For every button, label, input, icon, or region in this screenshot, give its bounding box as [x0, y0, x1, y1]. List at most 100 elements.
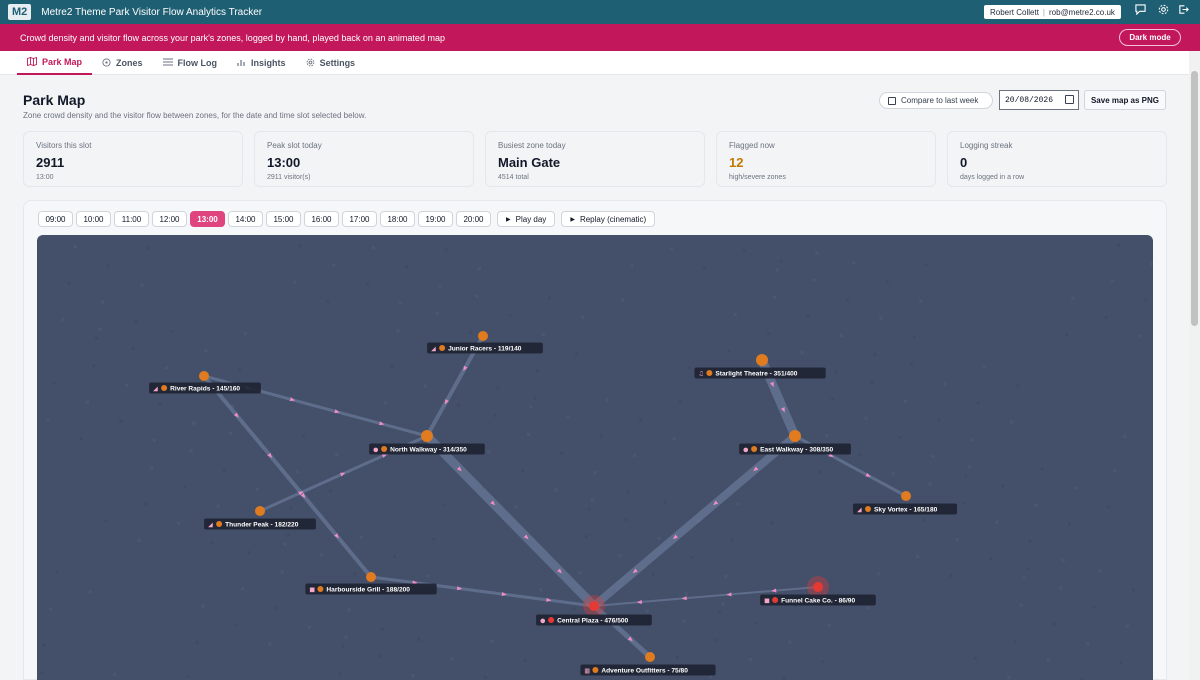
date-picker[interactable]: 20/08/2026 [999, 90, 1079, 110]
map-texture-dot [478, 267, 481, 271]
map-texture-dot [684, 592, 688, 596]
slot-button-selected[interactable]: 13:00 [190, 211, 225, 227]
slot-button[interactable]: 11:00 [114, 211, 149, 227]
dark-mode-button[interactable]: Dark mode [1119, 29, 1181, 46]
flow-arrow [771, 588, 777, 593]
map-texture-dot [301, 433, 305, 437]
zone-label[interactable]: Starlight Theatre - 351/400 [715, 371, 797, 378]
map-texture-dot [533, 396, 537, 400]
rides-icon: ◢ [431, 346, 436, 353]
settings-icon[interactable] [1155, 4, 1171, 20]
map-texture-dot [949, 574, 953, 578]
replay-cinematic-button[interactable]: ▶ Replay (cinematic) [561, 211, 656, 227]
map-texture-dot [371, 246, 375, 250]
zone-marker[interactable] [813, 582, 823, 592]
scrollbar-thumb[interactable] [1191, 71, 1198, 326]
slot-button[interactable]: 12:00 [152, 211, 187, 227]
zone-marker[interactable] [199, 371, 209, 381]
slot-button[interactable]: 17:00 [342, 211, 377, 227]
slot-button[interactable]: 18:00 [380, 211, 415, 227]
map-texture-dot [508, 313, 512, 317]
list-icon [162, 58, 173, 68]
zone-label[interactable]: North Walkway - 314/350 [390, 447, 467, 454]
save-map-button[interactable]: Save map as PNG [1084, 90, 1166, 110]
map-texture-dot [779, 259, 783, 263]
map-texture-dot [578, 571, 582, 575]
map-texture-dot [970, 437, 974, 441]
tab-zones[interactable]: Zones [92, 51, 153, 75]
checkbox-icon[interactable] [888, 96, 896, 105]
map-texture-dot [974, 657, 978, 660]
zone-label[interactable]: Adventure Outfitters - 75/80 [601, 668, 688, 675]
map-texture-dot [119, 419, 123, 423]
slot-button[interactable]: 15:00 [266, 211, 301, 227]
map-texture-dot [864, 416, 868, 420]
map-texture-dot [520, 469, 524, 473]
zone-label[interactable]: Funnel Cake Co. - 86/90 [781, 598, 855, 605]
map-texture-dot [904, 399, 907, 403]
zone-marker[interactable] [421, 430, 433, 442]
map-texture-dot [222, 468, 226, 472]
map-texture-dot [46, 417, 50, 421]
slot-button[interactable]: 19:00 [418, 211, 453, 227]
compare-last-week-toggle[interactable]: Compare to last week [879, 92, 993, 109]
zone-marker[interactable] [589, 601, 599, 611]
map-texture-dot [593, 471, 597, 475]
zone-marker[interactable] [756, 354, 768, 366]
map-texture-dot [1028, 539, 1032, 543]
park-map-canvas[interactable]: ◢ Junior Racers - 119/140 ◢ River Rapids - … [37, 235, 1153, 680]
map-texture-dot [541, 333, 545, 336]
play-icon: ▶ [570, 216, 575, 223]
zone-label[interactable]: River Rapids - 145/160 [170, 386, 240, 393]
map-texture-dot [320, 553, 324, 556]
zone-marker[interactable] [901, 491, 911, 501]
zone-marker[interactable] [789, 430, 801, 442]
map-texture-dot [916, 555, 920, 559]
zone-marker[interactable] [255, 506, 265, 516]
map-texture-dot [338, 672, 342, 676]
zone-label[interactable]: Harbourside Grill - 188/200 [326, 587, 410, 594]
map-texture-dot [417, 637, 421, 641]
play-day-button[interactable]: ▶ Play day [497, 211, 556, 227]
map-texture-dot [405, 265, 409, 269]
map-texture-dot [332, 263, 336, 267]
zone-marker[interactable] [645, 652, 655, 662]
logout-icon[interactable] [1175, 4, 1191, 20]
map-texture-dot [715, 638, 719, 642]
zone-label[interactable]: Sky Vortex - 165/180 [874, 507, 938, 514]
tab-insights[interactable]: Insights [227, 51, 296, 75]
map-texture-dot [79, 437, 83, 440]
zone-label[interactable]: East Walkway - 308/350 [760, 447, 833, 454]
map-texture-dot [98, 328, 102, 332]
map-texture-dot [392, 555, 396, 558]
zone-status-dot [161, 385, 168, 391]
calendar-icon[interactable] [1065, 95, 1074, 104]
zone-marker[interactable] [478, 331, 488, 341]
feedback-icon[interactable] [1132, 4, 1148, 20]
slot-button[interactable]: 20:00 [456, 211, 491, 227]
map-texture-dot [989, 557, 992, 560]
slot-button[interactable]: 09:00 [38, 211, 73, 227]
zone-marker[interactable] [366, 572, 376, 582]
map-texture-dot [876, 572, 880, 576]
zone-label[interactable]: Junior Racers - 119/140 [448, 346, 522, 353]
page-scrollbar[interactable] [1189, 51, 1200, 680]
map-texture-dot [183, 485, 187, 489]
map-texture-dot [912, 335, 916, 339]
zone-label[interactable]: Thunder Peak - 182/220 [225, 522, 299, 529]
tab-flow-log[interactable]: Flow Log [153, 51, 228, 75]
slot-button[interactable]: 14:00 [228, 211, 263, 227]
flow-path [423, 432, 598, 610]
map-texture-dot [165, 366, 168, 370]
info-banner: Crowd density and visitor flow across yo… [0, 24, 1200, 51]
user-account[interactable]: Robert Collett | rob@metre2.co.uk [984, 5, 1121, 19]
app-title: Metre2 Theme Park Visitor Flow Analytics… [41, 6, 263, 18]
tab-settings[interactable]: Settings [296, 51, 366, 75]
zone-label[interactable]: Central Plaza - 476/500 [557, 618, 628, 625]
slot-button[interactable]: 10:00 [76, 211, 111, 227]
map-texture-dot [800, 351, 804, 355]
map-texture-dot [527, 433, 530, 436]
compare-label: Compare to last week [901, 96, 979, 105]
tab-park-map[interactable]: Park Map [17, 51, 93, 75]
slot-button[interactable]: 16:00 [304, 211, 339, 227]
